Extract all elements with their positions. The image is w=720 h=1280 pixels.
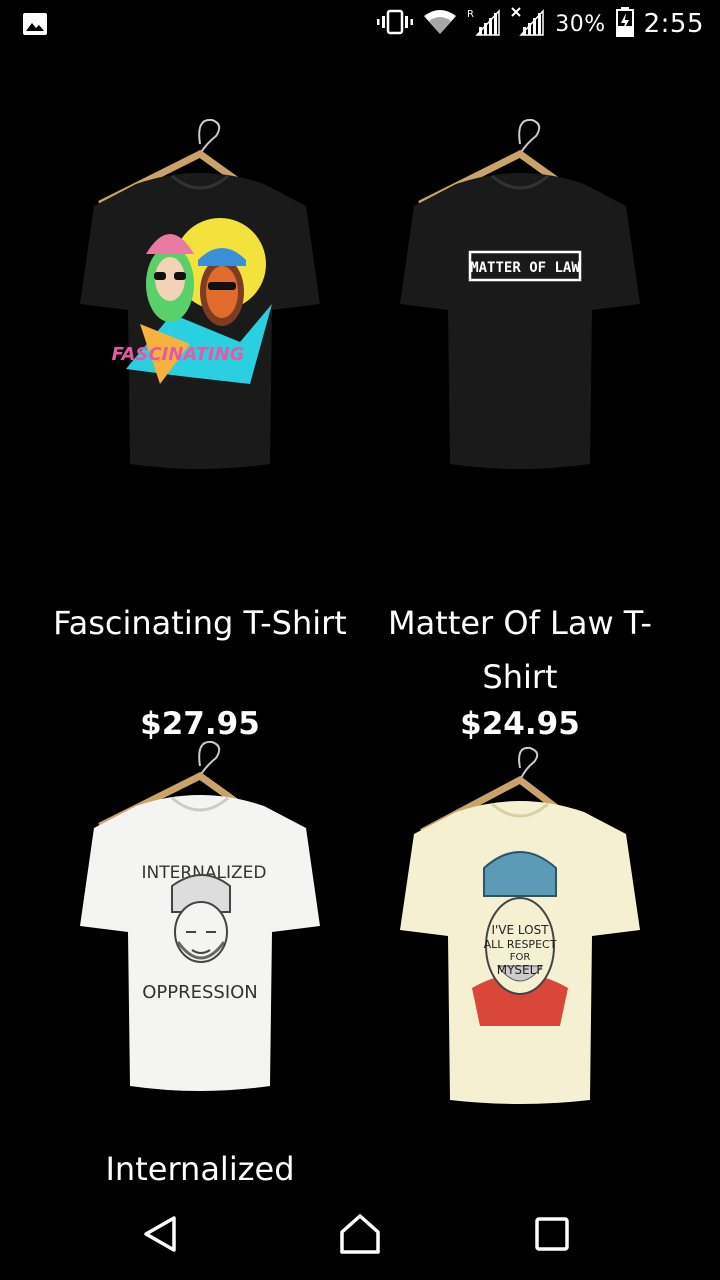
battery-icon [615, 7, 634, 41]
back-icon[interactable] [136, 1210, 184, 1258]
product-name[interactable]: Internalized [40, 1142, 360, 1182]
product-image[interactable]: I'VE LOST ALL RESPECT FOR MYSELF [400, 736, 640, 1166]
signal-r-icon: R [467, 7, 501, 41]
svg-text:R: R [467, 9, 474, 20]
signal-x-icon [511, 7, 545, 41]
image-icon [22, 12, 48, 36]
print-text: FASCINATING [112, 344, 245, 365]
status-icons: R 30% 2:55 [377, 6, 704, 42]
product-name[interactable]: Matter Of Law T-Shirt [360, 596, 680, 704]
battery-percent: 30% [555, 11, 606, 37]
svg-text:ALL RESPECT: ALL RESPECT [484, 938, 557, 951]
vibrate-icon [377, 8, 414, 40]
product-image[interactable]: MATTER OF LAW [400, 114, 640, 544]
navigation-bar [0, 1182, 720, 1280]
status-bar: R 30% 2:55 [0, 0, 720, 48]
svg-text:MYSELF: MYSELF [497, 963, 544, 977]
clock: 2:55 [643, 9, 704, 39]
product-image[interactable]: FASCINATING [80, 114, 320, 544]
product-image[interactable]: INTERNALIZED OPPRESSION [80, 736, 320, 1166]
recent-apps-icon[interactable] [528, 1210, 576, 1258]
product-name[interactable]: Fascinating T-Shirt [40, 596, 360, 650]
wifi-icon [423, 8, 457, 40]
print-text: MATTER OF LAW [470, 260, 580, 276]
svg-text:FOR: FOR [510, 952, 531, 963]
product-grid[interactable]: FASCINATING Fascinating T-Shirt $27.95 M… [0, 48, 720, 1182]
svg-text:I'VE LOST: I'VE LOST [491, 923, 549, 937]
print-text-bottom: OPPRESSION [142, 982, 258, 1003]
home-icon[interactable] [336, 1210, 384, 1258]
